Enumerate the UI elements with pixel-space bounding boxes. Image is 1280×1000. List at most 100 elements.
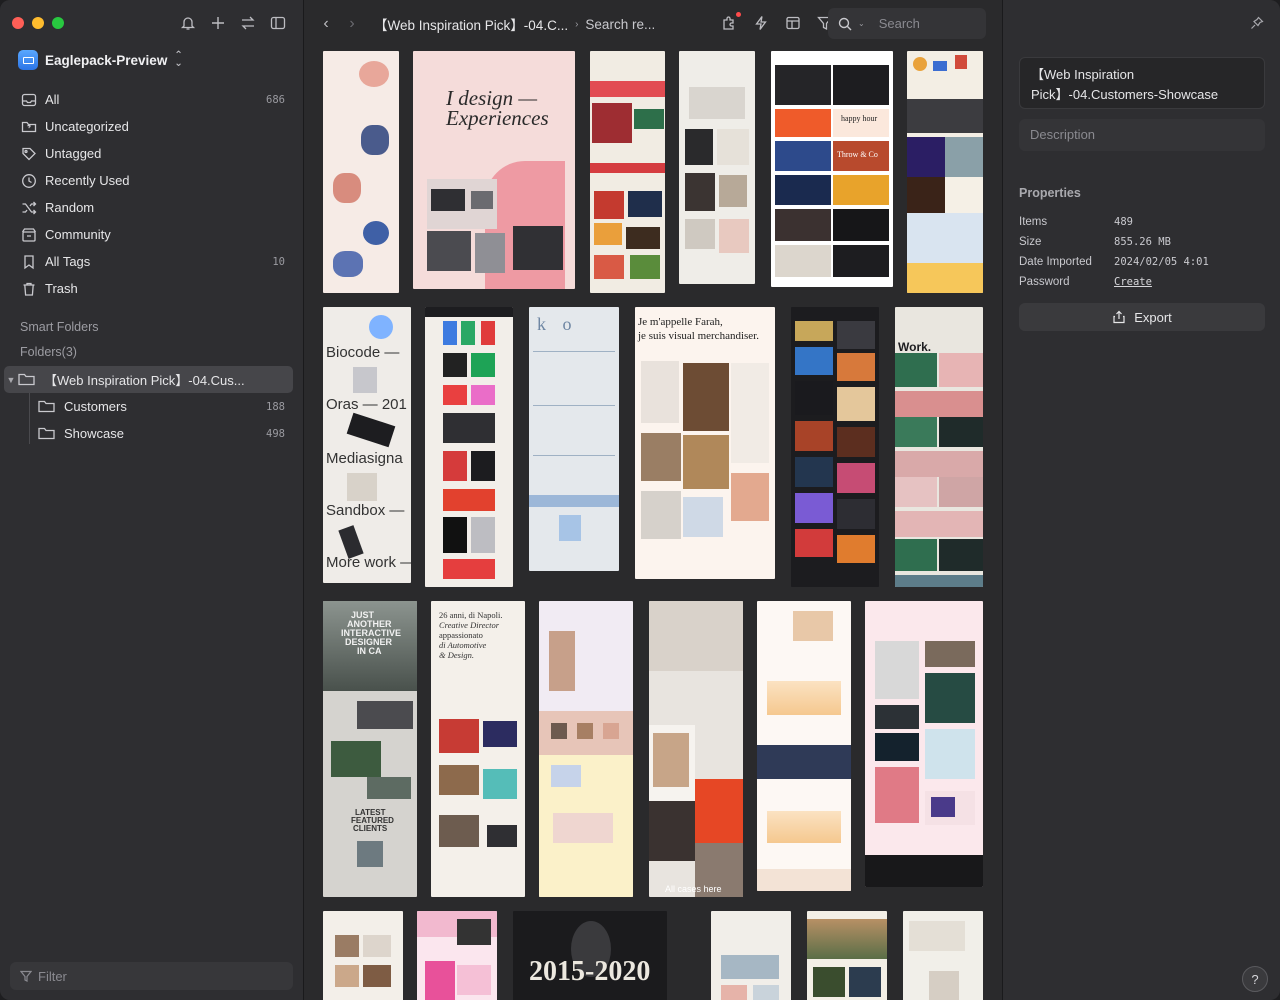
folder-tree: ▼ 【Web Inspiration Pick】-04.Cus... Custo… — [0, 366, 293, 447]
sidebar-item-uncategorized[interactable]: Uncategorized — [10, 113, 293, 140]
description-field[interactable]: Description — [1019, 119, 1265, 151]
library-name: Eaglepack-Preview — [45, 52, 168, 68]
thumbnail[interactable] — [590, 51, 665, 293]
thumb-text: Mediasigna — [326, 450, 403, 467]
thumb-text: 26 anni, di Napoli. — [439, 610, 503, 620]
thumbnail[interactable]: Je m'appelle Farah, je suis visual merch… — [635, 307, 775, 579]
search-icon — [838, 17, 852, 30]
property-value: 489 — [1114, 216, 1133, 228]
folder-item-web-inspiration-pick[interactable]: ▼ 【Web Inspiration Pick】-04.Cus... — [4, 366, 293, 393]
sidebar-item-label: All Tags — [45, 254, 91, 269]
folder-label: Showcase — [64, 426, 124, 441]
sidebar-item-label: Trash — [45, 281, 78, 296]
library-switcher[interactable]: Eaglepack-Preview ⌃ ⌄ — [18, 50, 183, 70]
property-key: Date Imported — [1019, 256, 1092, 268]
thumbnail[interactable]: 26 anni, di Napoli. Creative Director ap… — [431, 601, 525, 897]
folder-name-field[interactable]: 【Web Inspiration Pick】-04.Customers-Show… — [1019, 57, 1265, 109]
thumbnail[interactable] — [791, 307, 879, 587]
property-value: 855.26 MB — [1114, 236, 1171, 248]
property-key: Size — [1019, 236, 1042, 248]
properties-heading: Properties — [1019, 186, 1081, 200]
smart-folders-heading[interactable]: Smart Folders — [20, 320, 99, 334]
community-icon — [20, 226, 38, 244]
notifications-icon[interactable] — [179, 14, 197, 32]
layout-icon[interactable] — [782, 14, 804, 32]
disclosure-triangle-icon[interactable]: ▼ — [4, 375, 18, 385]
thumbnail[interactable] — [907, 51, 983, 293]
thumbnail[interactable] — [711, 911, 791, 1000]
history-nav: ‹ › — [318, 15, 360, 33]
thumbnail[interactable] — [539, 601, 633, 897]
thumb-text: happy hour — [841, 114, 878, 123]
thumbnail[interactable] — [417, 911, 497, 1000]
thumb-text: je suis visual merchandiser. — [638, 330, 759, 342]
thumb-text: Je m'appelle Farah, — [638, 316, 723, 328]
create-password-link[interactable]: Create — [1114, 276, 1152, 288]
thumbnail[interactable]: k o — [529, 307, 619, 571]
sidebar-item-untagged[interactable]: Untagged — [10, 140, 293, 167]
main-toolbar: ‹ › 【Web Inspiration Pick】-04.C... › Sea… — [304, 0, 1002, 48]
sidebar-item-trash[interactable]: Trash — [10, 275, 293, 302]
thumbnail[interactable]: 2015-2020 — [513, 911, 667, 1000]
thumb-text: Oras — 201 — [326, 396, 407, 413]
sidebar-toggle-icon[interactable] — [269, 14, 287, 32]
thumbnail[interactable] — [903, 911, 983, 1000]
breadcrumb-folder[interactable]: 【Web Inspiration Pick】-04.C... — [374, 14, 568, 34]
extensions-icon[interactable] — [718, 12, 741, 32]
folder-icon — [18, 372, 36, 387]
thumbnail[interactable]: happy hour Throw & Co — [771, 51, 893, 287]
thumbnail[interactable] — [757, 601, 851, 891]
sidebar-filter-field[interactable]: Filter — [10, 962, 293, 990]
filter-funnel-icon — [20, 970, 32, 982]
folder-item-showcase[interactable]: Showcase 498 — [0, 420, 293, 447]
folder-item-customers[interactable]: Customers 188 — [0, 393, 293, 420]
sidebar-item-all-tags[interactable]: All Tags 10 — [10, 248, 293, 275]
minimize-window-button[interactable] — [32, 17, 44, 29]
thumb-text: Experiences — [446, 106, 549, 130]
chevron-down-icon[interactable]: ⌄ — [858, 19, 865, 28]
thumbnail[interactable]: Biocode — Oras — 201 Mediasigna Sandbox … — [323, 307, 411, 583]
thumbnail[interactable]: All cases here — [649, 601, 743, 897]
clock-icon — [20, 172, 38, 190]
folder-question-icon — [20, 118, 38, 136]
thumbnail[interactable]: Work. — [895, 307, 983, 587]
property-key: Password — [1019, 276, 1070, 288]
property-key: Items — [1019, 216, 1048, 228]
thumbnail[interactable] — [807, 911, 887, 1000]
close-window-button[interactable] — [12, 17, 24, 29]
help-button[interactable]: ? — [1242, 966, 1268, 992]
thumbnail[interactable] — [865, 601, 983, 887]
sidebar-item-recently-used[interactable]: Recently Used — [10, 167, 293, 194]
thumbnail[interactable] — [323, 51, 399, 293]
back-icon[interactable]: ‹ — [318, 15, 334, 33]
forward-icon[interactable]: › — [344, 15, 360, 33]
search-field[interactable]: ⌄ — [828, 8, 986, 39]
property-value: 2024/02/05 4:01 — [1114, 256, 1209, 268]
sidebar-item-all[interactable]: All 686 — [10, 86, 293, 113]
thumbnail[interactable]: I design — Experiences — [413, 51, 575, 289]
thumbnail[interactable] — [425, 307, 513, 587]
lightning-icon[interactable] — [750, 14, 772, 32]
sidebar-toolbar — [179, 14, 287, 32]
thumbnail[interactable] — [679, 51, 755, 284]
pin-icon[interactable] — [1250, 16, 1264, 33]
folder-icon — [38, 426, 56, 441]
sidebar: Eaglepack-Preview ⌃ ⌄ All 686 Uncategoriz… — [0, 0, 304, 1000]
swap-icon[interactable] — [239, 14, 257, 32]
sidebar-item-community[interactable]: Community — [10, 221, 293, 248]
thumb-text: appassionato — [439, 630, 483, 640]
thumbnail[interactable] — [323, 911, 403, 1000]
folders-heading[interactable]: Folders(3) — [20, 345, 77, 359]
thumb-text: 2015-2020 — [529, 956, 651, 987]
sidebar-item-label: Untagged — [45, 146, 102, 161]
thumbnail[interactable]: JUST ANOTHER INTERACTIVE DESIGNER IN CA … — [323, 601, 417, 897]
export-button[interactable]: Export — [1019, 303, 1265, 331]
search-input[interactable] — [878, 16, 969, 31]
breadcrumb-search[interactable]: Search re... — [585, 17, 655, 32]
window-controls — [12, 17, 64, 29]
add-icon[interactable] — [209, 14, 227, 32]
sidebar-item-label: Community — [45, 227, 111, 242]
sidebar-item-random[interactable]: Random — [10, 194, 293, 221]
maximize-window-button[interactable] — [52, 17, 64, 29]
tag-off-icon — [20, 145, 38, 163]
